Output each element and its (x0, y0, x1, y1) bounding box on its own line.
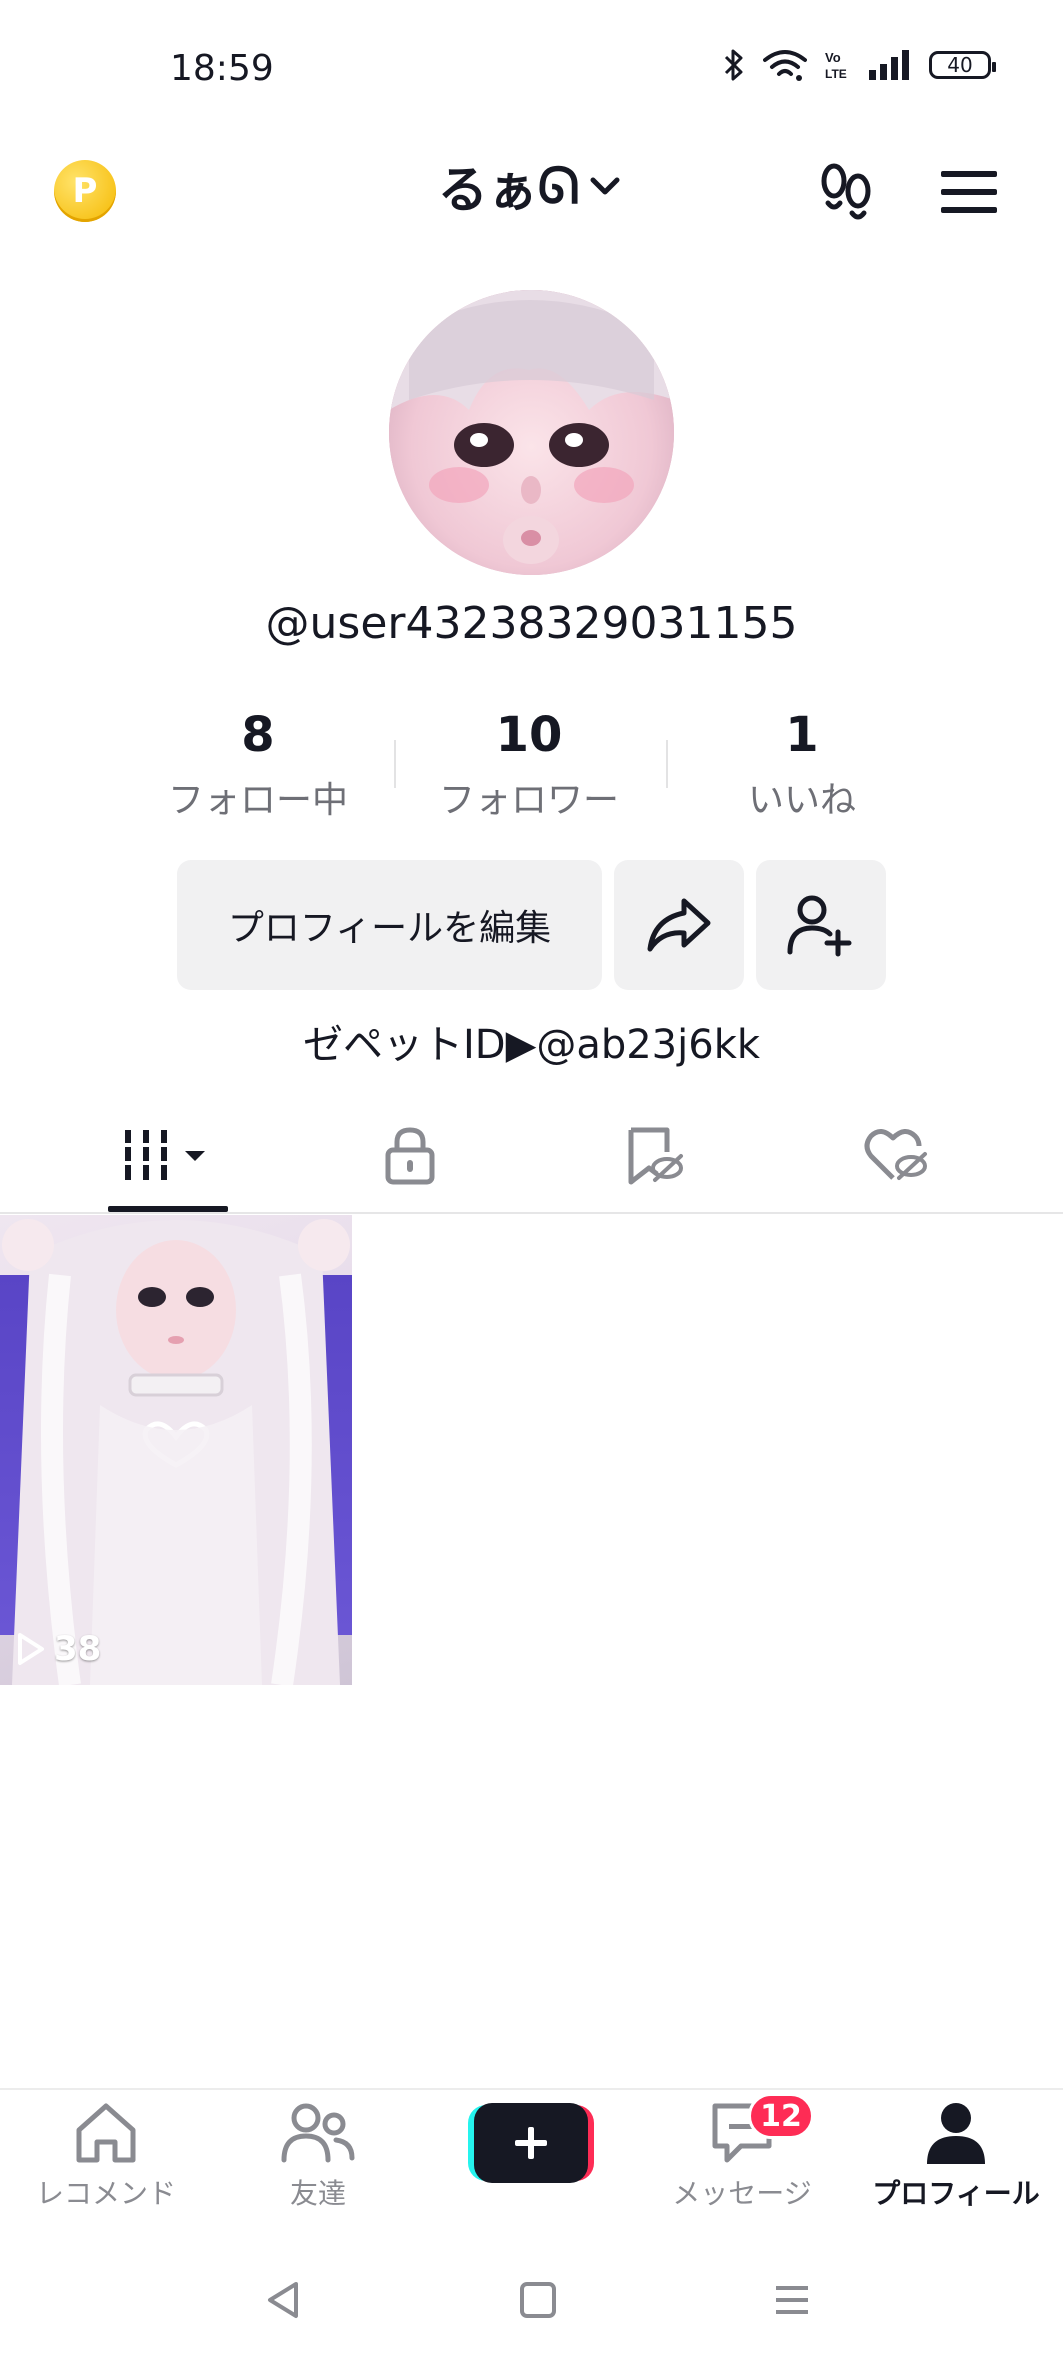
system-recents-button[interactable] (762, 2270, 822, 2330)
account-name: るぁ (437, 161, 538, 219)
nav-profile-label: プロフィール (872, 2177, 1040, 2210)
avatar-image (389, 290, 674, 575)
tab-private[interactable] (330, 1100, 490, 1212)
signal-icon (869, 50, 909, 80)
status-icons: Vo LTE 40 (723, 48, 996, 82)
view-count-value: 38 (54, 1629, 102, 1669)
profile-icon (927, 2103, 985, 2164)
active-tab-indicator (108, 1206, 228, 1212)
followers-label: フォロワー (438, 780, 619, 821)
following-label: フォロー中 (167, 780, 348, 821)
followers-stat[interactable]: 10 フォロワー (419, 705, 639, 823)
view-count: 38 (16, 1629, 101, 1669)
battery-icon: 40 (929, 51, 996, 79)
recents-menu-icon (776, 2286, 808, 2314)
avatar[interactable] (389, 290, 674, 575)
svg-text:Vo: Vo (825, 50, 841, 65)
profile-handle: @user43238329031155 (265, 598, 798, 649)
thumbnail-image (2, 1219, 350, 1685)
tab-favorites[interactable] (574, 1100, 734, 1212)
add-user-icon (787, 895, 852, 957)
bluetooth-icon (724, 49, 743, 81)
footprints-button[interactable] (812, 157, 882, 227)
battery-level: 40 (947, 53, 973, 77)
svg-text:LTE: LTE (825, 67, 847, 81)
system-home-button[interactable] (508, 2270, 568, 2330)
home-square-icon (520, 2282, 556, 2318)
profile-bio: ゼペットID▶@ab23j6kk (302, 1022, 761, 1068)
add-friend-button[interactable] (756, 860, 886, 990)
likes-stat[interactable]: 1 いいね (692, 705, 912, 823)
video-thumbnail[interactable]: 38 (0, 1215, 352, 1685)
following-stat[interactable]: 8 フォロー中 (148, 705, 368, 823)
edit-profile-button[interactable]: プロフィールを編集 (177, 860, 602, 990)
status-time: 18:59 (170, 48, 274, 89)
friends-icon (281, 2103, 355, 2163)
followers-count: 10 (495, 707, 563, 763)
message-badge: 12 (748, 2093, 814, 2139)
bookmark-hidden-icon (628, 1127, 683, 1185)
nav-inbox-label: メッセージ (672, 2177, 812, 2210)
chevron-down-icon (590, 177, 620, 195)
volte-icon: Vo LTE (825, 50, 847, 81)
nav-home[interactable]: レコメンド (6, 2100, 206, 2212)
stat-divider (666, 740, 668, 788)
account-switcher[interactable]: るぁ ᘏ (0, 150, 1063, 222)
likes-count: 1 (785, 707, 819, 763)
share-arrow-icon (647, 898, 711, 952)
account-name-glyph: ᘏ (537, 156, 580, 215)
tab-videos[interactable] (88, 1100, 248, 1212)
grid-icon (125, 1130, 205, 1180)
create-plus-icon (468, 2103, 594, 2183)
lock-icon (385, 1127, 435, 1185)
share-profile-button[interactable] (614, 860, 744, 990)
back-triangle-icon (268, 2282, 298, 2318)
nav-profile[interactable]: プロフィール (856, 2100, 1056, 2212)
nav-friends[interactable]: 友達 (218, 2100, 418, 2212)
heart-hidden-icon (864, 1129, 927, 1180)
footprints-icon (821, 163, 871, 220)
following-count: 8 (241, 707, 275, 763)
content-tabs (0, 1100, 1063, 1214)
tab-liked[interactable] (816, 1100, 976, 1212)
create-button[interactable] (468, 2103, 594, 2183)
play-icon (18, 1633, 44, 1665)
wifi-icon (763, 50, 807, 81)
home-icon (76, 2103, 136, 2163)
nav-friends-label: 友達 (289, 2177, 346, 2210)
nav-home-label: レコメンド (35, 2177, 176, 2210)
likes-label: いいね (747, 780, 856, 821)
stat-divider (394, 740, 396, 788)
hamburger-menu-icon (941, 171, 997, 213)
system-back-button[interactable] (254, 2270, 314, 2330)
menu-button[interactable] (934, 157, 1004, 227)
